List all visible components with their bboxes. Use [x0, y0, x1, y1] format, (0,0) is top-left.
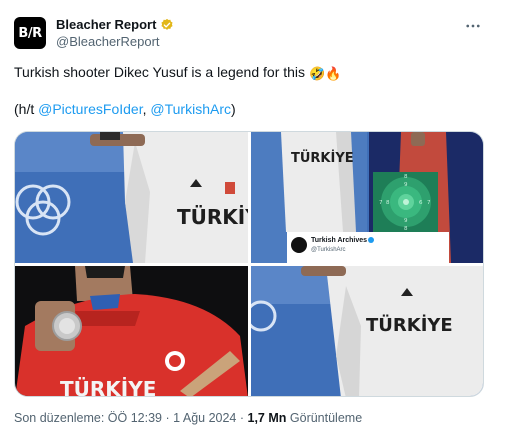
target-number-right2: 7: [427, 200, 431, 206]
photo-shooter-second-angle[interactable]: TÜRKİYE: [251, 266, 483, 396]
avatar-logo-text: B/R: [18, 25, 42, 41]
target-number-bottom: 9: [404, 218, 408, 224]
avatar[interactable]: B/R: [14, 17, 46, 49]
views-count: 1,7 Mn: [247, 411, 287, 425]
media-grid: TÜRKİYE TÜRKİYE 8 9 7: [14, 131, 484, 397]
tweet-footer-meta: Son düzenleme: ÖÖ 12:39 · 1 Ağu 2024 · 1…: [14, 411, 362, 425]
hat-tip-line: (h/t @PicturesFoIder, @TurkishArc): [14, 101, 236, 117]
photo-athlete-medal[interactable]: TÜRKİYE: [15, 266, 248, 397]
target-number-bottom2: 8: [404, 226, 408, 232]
photo-target-closeup[interactable]: TÜRKİYE 8 9 7 8 6 7 9 8 Turkish Archives…: [251, 132, 483, 263]
jersey-text-1: TÜRKİYE: [177, 205, 248, 229]
hat-tip-suffix: ): [230, 101, 236, 117]
target-number-top: 8: [404, 174, 408, 180]
target-number-top2: 9: [404, 182, 408, 188]
target-number-right: 6: [419, 200, 423, 206]
author-display-name[interactable]: Bleacher Report: [56, 17, 156, 32]
photo-athlete-medal-image: TÜRKİYE: [15, 266, 248, 397]
edited-timestamp[interactable]: Son düzenleme: ÖÖ 12:39 · 1 Ağu 2024 ·: [14, 411, 244, 425]
photo-shooter-aiming-image: TÜRKİYE: [15, 132, 248, 263]
photo-shooter-second-angle-image: TÜRKİYE: [251, 266, 483, 396]
mention-link-picturesfolder[interactable]: @PicturesFoIder: [38, 101, 142, 117]
views-label: Görüntüleme: [289, 411, 363, 425]
jersey-text-4: TÜRKİYE: [366, 314, 453, 336]
mention-link-turkisharc[interactable]: @TurkishArc: [150, 101, 231, 117]
target-number-left2: 8: [386, 200, 390, 206]
photo-target-closeup-image: TÜRKİYE 8 9 7 8 6 7 9 8 Turkish Archives…: [251, 132, 483, 263]
more-options-icon[interactable]: [463, 16, 483, 36]
hat-tip-prefix: (h/t: [14, 101, 39, 117]
verified-badge-icon: [161, 18, 173, 30]
fire-emoji-icon: 🔥: [325, 66, 342, 81]
tweet[interactable]: B/R Bleacher Report @BleacherReport Turk…: [0, 0, 507, 437]
target-number-left: 7: [379, 200, 383, 206]
author-handle[interactable]: @BleacherReport: [56, 34, 160, 49]
rofl-emoji-icon: 🤣: [308, 66, 326, 81]
photo-shooter-aiming[interactable]: TÜRKİYE: [15, 132, 248, 263]
embed-card-handle: @TurkishArc: [311, 247, 346, 253]
jersey-text-2: TÜRKİYE: [291, 150, 354, 166]
jersey-text-3: TÜRKİYE: [60, 377, 156, 397]
embed-card-name: Turkish Archives: [311, 237, 367, 244]
tweet-text-body: Turkish shooter Dikec Yusuf is a legend …: [14, 64, 306, 80]
tweet-text: Turkish shooter Dikec Yusuf is a legend …: [14, 64, 341, 82]
author-name-row: Bleacher Report: [56, 17, 174, 32]
